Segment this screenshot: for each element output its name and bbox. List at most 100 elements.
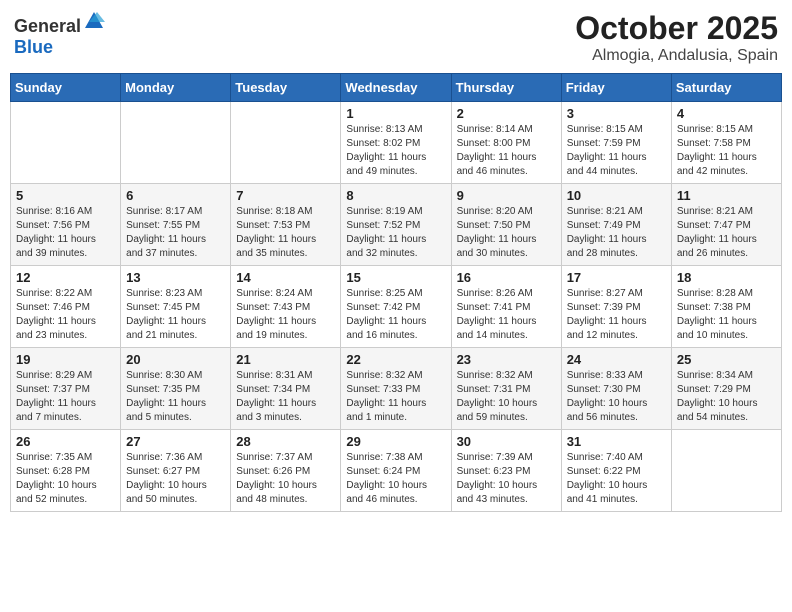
calendar-cell: 6Sunrise: 8:17 AMSunset: 7:55 PMDaylight… <box>121 184 231 266</box>
page-header: General Blue October 2025 Almogia, Andal… <box>10 10 782 65</box>
day-detail: Sunrise: 8:20 AMSunset: 7:50 PMDaylight:… <box>457 205 556 261</box>
day-number: 30 <box>457 434 556 449</box>
day-number: 17 <box>567 270 666 285</box>
calendar-cell: 24Sunrise: 8:33 AMSunset: 7:30 PMDayligh… <box>561 348 671 430</box>
day-number: 24 <box>567 352 666 367</box>
day-number: 6 <box>126 188 225 203</box>
day-number: 13 <box>126 270 225 285</box>
day-number: 31 <box>567 434 666 449</box>
day-number: 23 <box>457 352 556 367</box>
day-detail: Sunrise: 7:35 AMSunset: 6:28 PMDaylight:… <box>16 451 115 507</box>
day-number: 12 <box>16 270 115 285</box>
day-detail: Sunrise: 8:16 AMSunset: 7:56 PMDaylight:… <box>16 205 115 261</box>
day-detail: Sunrise: 8:19 AMSunset: 7:52 PMDaylight:… <box>346 205 445 261</box>
calendar-cell: 15 Sunrise: 8:25 AMSunset: 7:42 PMDayligh… <box>341 266 451 348</box>
day-detail: Sunrise: 8:30 AMSunset: 7:35 PMDaylight:… <box>126 369 225 425</box>
calendar-cell: 19 Sunrise: 8:29 AMSunset: 7:37 PMDayligh… <box>11 348 121 430</box>
calendar-cell: 3Sunrise: 8:15 AMSunset: 7:59 PMDaylight… <box>561 102 671 184</box>
day-number: 14 <box>236 270 335 285</box>
day-detail: Sunrise: 8:22 AMSunset: 7:46 PMDaylight:… <box>16 287 115 343</box>
day-of-week-header: Monday <box>121 74 231 102</box>
day-number: 29 <box>346 434 445 449</box>
day-detail: Sunrise: 8:24 AMSunset: 7:43 PMDaylight:… <box>236 287 335 343</box>
calendar-week-row: 5 Sunrise: 8:16 AMSunset: 7:56 PMDaylight… <box>11 184 782 266</box>
day-detail: Sunrise: 8:13 AMSunset: 8:02 PMDaylight:… <box>346 123 445 179</box>
day-detail: Sunrise: 8:21 AMSunset: 7:49 PMDaylight:… <box>567 205 666 261</box>
calendar-cell: 26 Sunrise: 7:35 AMSunset: 6:28 PMDayligh… <box>11 430 121 512</box>
day-of-week-header: Friday <box>561 74 671 102</box>
calendar-cell: 25 Sunrise: 8:34 AMSunset: 7:29 PMDayligh… <box>671 348 781 430</box>
day-of-week-header: Sunday <box>11 74 121 102</box>
month-title: October 2025 <box>575 10 778 47</box>
day-number: 7 <box>236 188 335 203</box>
day-of-week-header: Saturday <box>671 74 781 102</box>
calendar-header-row: SundayMondayTuesdayWednesdayThursdayFrid… <box>11 74 782 102</box>
day-number: 21 <box>236 352 335 367</box>
calendar-cell: 18Sunrise: 8:28 AMSunset: 7:38 PMDayligh… <box>671 266 781 348</box>
logo-text: General Blue <box>14 10 105 58</box>
calendar-week-row: 19 Sunrise: 8:29 AMSunset: 7:37 PMDayligh… <box>11 348 782 430</box>
day-number: 15 <box>346 270 445 285</box>
day-number: 27 <box>126 434 225 449</box>
calendar-cell: 28Sunrise: 7:37 AMSunset: 6:26 PMDayligh… <box>231 430 341 512</box>
day-detail: Sunrise: 8:28 AMSunset: 7:38 PMDaylight:… <box>677 287 776 343</box>
day-of-week-header: Thursday <box>451 74 561 102</box>
calendar-week-row: 12 Sunrise: 8:22 AMSunset: 7:46 PMDayligh… <box>11 266 782 348</box>
calendar-cell: 10 Sunrise: 8:21 AMSunset: 7:49 PMDayligh… <box>561 184 671 266</box>
day-detail: Sunrise: 7:40 AMSunset: 6:22 PMDaylight:… <box>567 451 666 507</box>
day-detail: Sunrise: 8:34 AMSunset: 7:29 PMDaylight:… <box>677 369 776 425</box>
day-number: 26 <box>16 434 115 449</box>
day-number: 16 <box>457 270 556 285</box>
calendar-cell <box>11 102 121 184</box>
calendar-cell: 22 Sunrise: 8:32 AMSunset: 7:33 PMDayligh… <box>341 348 451 430</box>
day-detail: Sunrise: 8:32 AMSunset: 7:33 PMDaylight:… <box>346 369 445 425</box>
day-detail: Sunrise: 7:39 AMSunset: 6:23 PMDaylight:… <box>457 451 556 507</box>
day-number: 9 <box>457 188 556 203</box>
calendar-cell: 21Sunrise: 8:31 AMSunset: 7:34 PMDayligh… <box>231 348 341 430</box>
day-detail: Sunrise: 8:27 AMSunset: 7:39 PMDaylight:… <box>567 287 666 343</box>
calendar-cell <box>231 102 341 184</box>
day-number: 10 <box>567 188 666 203</box>
logo-general: General <box>14 16 81 36</box>
day-number: 3 <box>567 106 666 121</box>
day-number: 5 <box>16 188 115 203</box>
day-number: 20 <box>126 352 225 367</box>
day-of-week-header: Wednesday <box>341 74 451 102</box>
day-detail: Sunrise: 8:14 AMSunset: 8:00 PMDaylight:… <box>457 123 556 179</box>
calendar-cell: 2Sunrise: 8:14 AMSunset: 8:00 PMDaylight… <box>451 102 561 184</box>
calendar-cell: 30 Sunrise: 7:39 AMSunset: 6:23 PMDayligh… <box>451 430 561 512</box>
day-of-week-header: Tuesday <box>231 74 341 102</box>
calendar-week-row: 26 Sunrise: 7:35 AMSunset: 6:28 PMDayligh… <box>11 430 782 512</box>
calendar-cell: 16 Sunrise: 8:26 AMSunset: 7:41 PMDayligh… <box>451 266 561 348</box>
calendar-cell: 29 Sunrise: 7:38 AMSunset: 6:24 PMDayligh… <box>341 430 451 512</box>
day-detail: Sunrise: 8:18 AMSunset: 7:53 PMDaylight:… <box>236 205 335 261</box>
day-detail: Sunrise: 8:25 AMSunset: 7:42 PMDaylight:… <box>346 287 445 343</box>
day-number: 19 <box>16 352 115 367</box>
calendar-cell: 1Sunrise: 8:13 AMSunset: 8:02 PMDaylight… <box>341 102 451 184</box>
title-block: October 2025 Almogia, Andalusia, Spain <box>575 10 778 65</box>
day-detail: Sunrise: 7:38 AMSunset: 6:24 PMDaylight:… <box>346 451 445 507</box>
day-number: 25 <box>677 352 776 367</box>
calendar-cell: 20 Sunrise: 8:30 AMSunset: 7:35 PMDayligh… <box>121 348 231 430</box>
day-detail: Sunrise: 8:32 AMSunset: 7:31 PMDaylight:… <box>457 369 556 425</box>
logo: General Blue <box>14 10 105 58</box>
calendar-cell: 9 Sunrise: 8:20 AMSunset: 7:50 PMDaylight… <box>451 184 561 266</box>
calendar-cell: 7 Sunrise: 8:18 AMSunset: 7:53 PMDaylight… <box>231 184 341 266</box>
day-number: 11 <box>677 188 776 203</box>
calendar-cell: 17 Sunrise: 8:27 AMSunset: 7:39 PMDayligh… <box>561 266 671 348</box>
day-number: 22 <box>346 352 445 367</box>
logo-icon <box>83 10 105 32</box>
calendar-week-row: 1Sunrise: 8:13 AMSunset: 8:02 PMDaylight… <box>11 102 782 184</box>
calendar-cell: 11Sunrise: 8:21 AMSunset: 7:47 PMDayligh… <box>671 184 781 266</box>
calendar-cell: 12 Sunrise: 8:22 AMSunset: 7:46 PMDayligh… <box>11 266 121 348</box>
day-detail: Sunrise: 8:26 AMSunset: 7:41 PMDaylight:… <box>457 287 556 343</box>
calendar-cell: 8Sunrise: 8:19 AMSunset: 7:52 PMDaylight… <box>341 184 451 266</box>
calendar-cell: 27Sunrise: 7:36 AMSunset: 6:27 PMDayligh… <box>121 430 231 512</box>
calendar-table: SundayMondayTuesdayWednesdayThursdayFrid… <box>10 73 782 512</box>
calendar-cell: 14 Sunrise: 8:24 AMSunset: 7:43 PMDayligh… <box>231 266 341 348</box>
calendar-cell: 5 Sunrise: 8:16 AMSunset: 7:56 PMDaylight… <box>11 184 121 266</box>
calendar-cell: 4Sunrise: 8:15 AMSunset: 7:58 PMDaylight… <box>671 102 781 184</box>
day-number: 28 <box>236 434 335 449</box>
day-detail: Sunrise: 8:29 AMSunset: 7:37 PMDaylight:… <box>16 369 115 425</box>
day-number: 4 <box>677 106 776 121</box>
